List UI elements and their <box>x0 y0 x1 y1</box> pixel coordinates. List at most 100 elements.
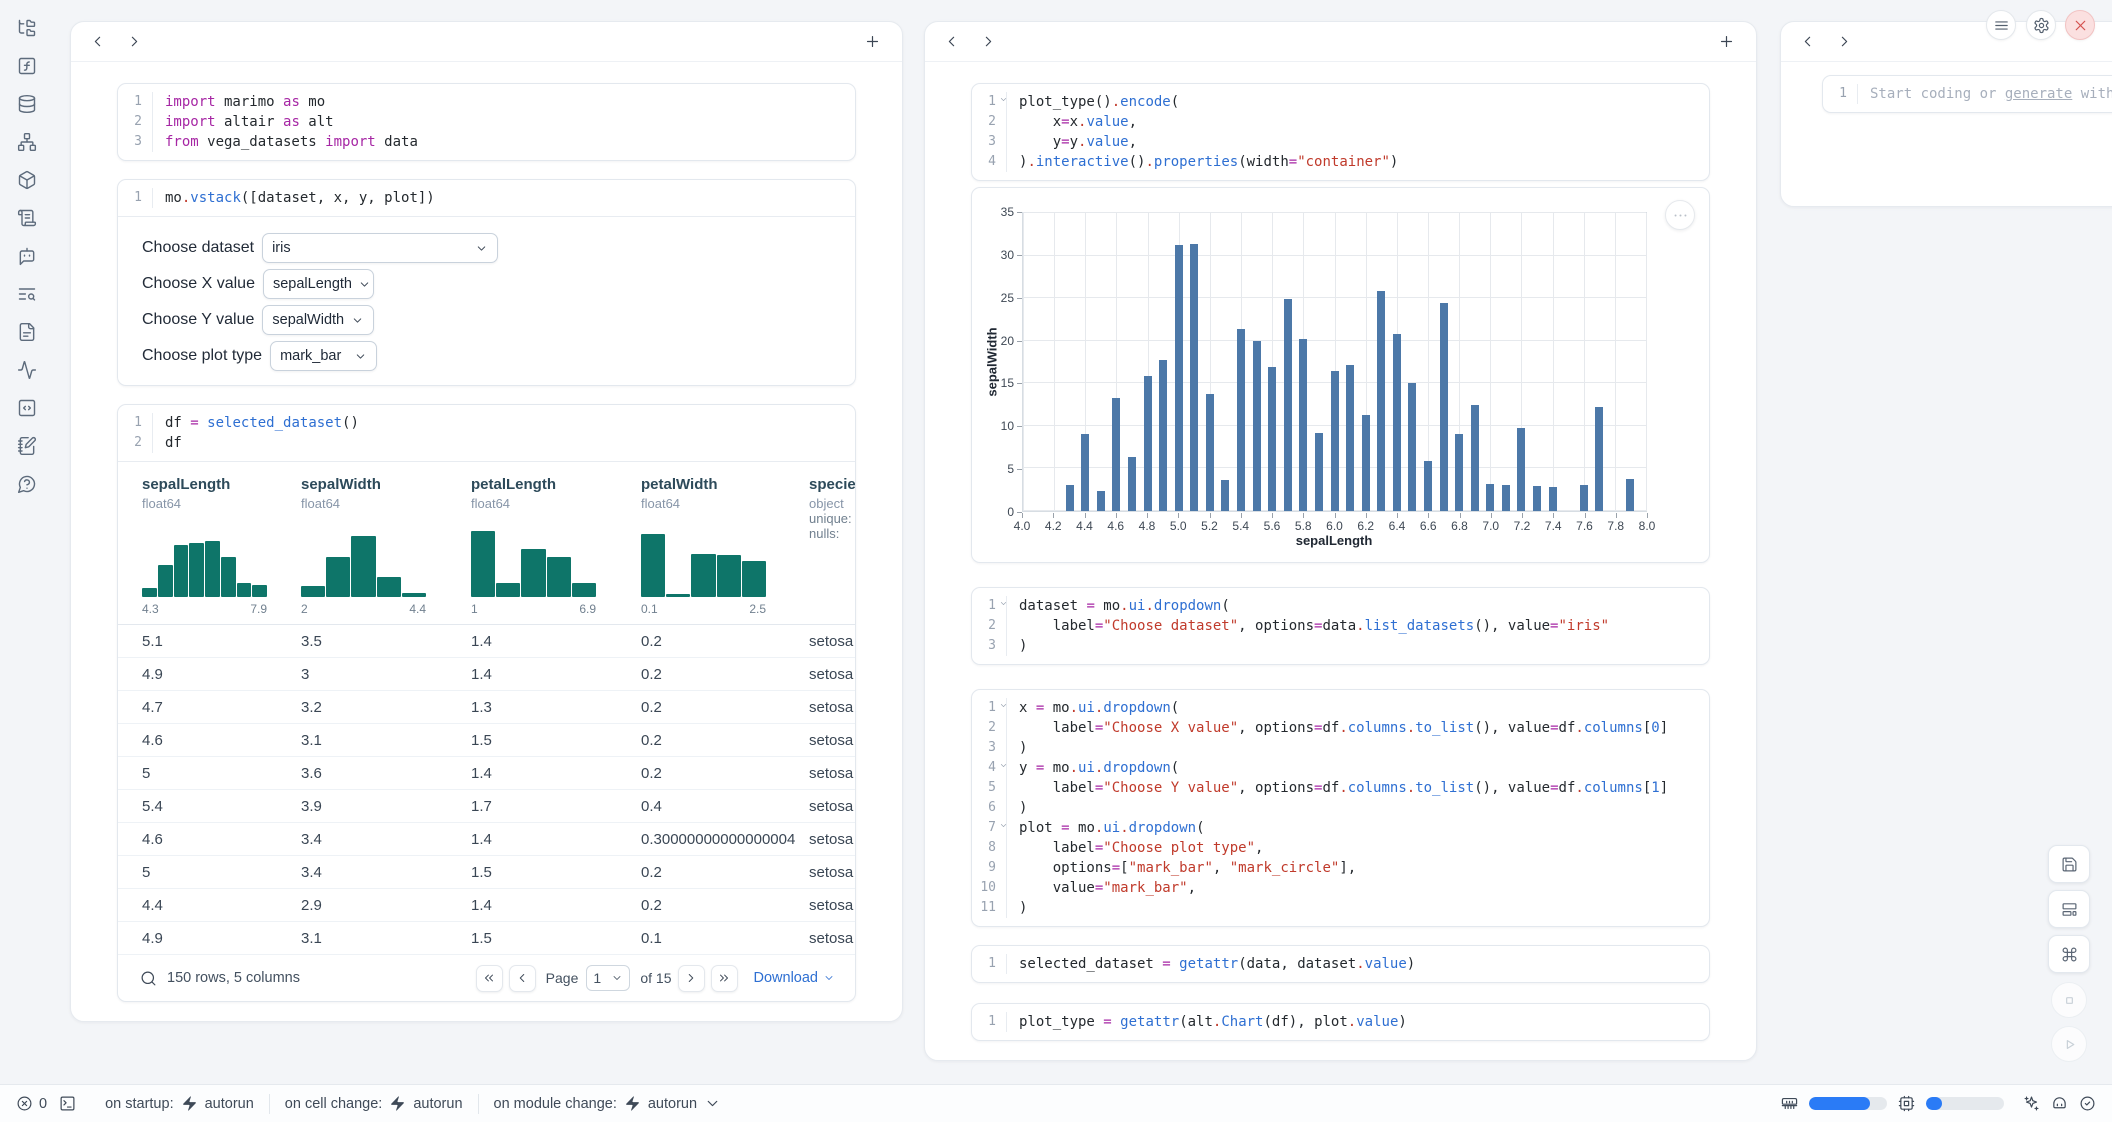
code-editor[interactable]: 1plot_type().encode(2 x=x.value,3 y=y.va… <box>972 84 1709 180</box>
column-prev-button[interactable] <box>83 28 111 56</box>
column-header[interactable]: speciesobjectunique:nulls: <box>809 476 856 616</box>
shutdown-button[interactable] <box>2065 10 2095 40</box>
next-page-button[interactable] <box>678 965 705 992</box>
terminal-button[interactable] <box>59 1095 76 1112</box>
sidebar-item-scratchpad[interactable] <box>10 429 44 463</box>
sidebar-item-packages[interactable] <box>10 163 44 197</box>
x-tick-label: 6.8 <box>1451 519 1468 533</box>
sidebar-item-help[interactable] <box>10 467 44 501</box>
control-row: Choose X valuesepalLength <box>142 267 855 301</box>
sidebar-item-functions[interactable] <box>10 49 44 83</box>
table-row[interactable]: 53.41.50.2setosa <box>118 856 856 889</box>
fold-chevron-icon[interactable] <box>999 95 1008 104</box>
column-prev-button[interactable] <box>1793 28 1821 56</box>
help-chat-icon <box>17 474 37 494</box>
sidebar-item-documentation[interactable] <box>10 315 44 349</box>
table-row[interactable]: 4.63.41.40.30000000000000004setosa <box>118 823 856 856</box>
fold-chevron-icon[interactable] <box>999 701 1008 710</box>
histogram-bar <box>326 557 350 597</box>
code-editor[interactable]: 1selected_dataset = getattr(data, datase… <box>972 946 1709 982</box>
select-value: mark_bar <box>280 348 341 364</box>
sidebar-item-tracebacks[interactable] <box>10 277 44 311</box>
code-editor[interactable]: 1x = mo.ui.dropdown(2 label="Choose X va… <box>972 690 1709 926</box>
code-editor[interactable]: 1plot_type = getattr(alt.Chart(df), plot… <box>972 1004 1709 1040</box>
notebook-menu-button[interactable] <box>1986 10 2016 40</box>
prev-page-button[interactable] <box>509 965 536 992</box>
chart-output[interactable]: sepalWidthsepalLength051015202530354.04.… <box>971 187 1710 563</box>
on-cell-change-chip[interactable]: on cell change: autorun <box>270 1092 478 1116</box>
command-palette-button[interactable] <box>2048 935 2090 973</box>
settings-button[interactable] <box>2026 10 2056 40</box>
column-header[interactable]: sepalWidthfloat6424.4 <box>301 476 471 616</box>
column-prev-button[interactable] <box>937 28 965 56</box>
last-page-button[interactable] <box>711 965 738 992</box>
code-editor[interactable]: 1import marimo as mo2import altair as al… <box>118 84 855 160</box>
table-row[interactable]: 5.43.91.70.4setosa <box>118 790 856 823</box>
fold-chevron-icon[interactable] <box>999 761 1008 770</box>
table-cell: setosa <box>809 897 856 914</box>
table-row[interactable]: 4.93.11.50.1setosa <box>118 922 856 955</box>
stop-button[interactable] <box>2051 982 2087 1018</box>
ai-button[interactable] <box>2023 1095 2040 1112</box>
fold-chevron-icon[interactable] <box>999 821 1008 830</box>
table-row[interactable]: 53.61.40.2setosa <box>118 757 856 790</box>
layout-button[interactable] <box>2048 890 2090 928</box>
y-tick-label: 15 <box>972 376 1014 390</box>
sidebar-item-dependencies[interactable] <box>10 125 44 159</box>
sidebar-item-logs[interactable] <box>10 201 44 235</box>
column-next-button[interactable] <box>974 28 1002 56</box>
column-header[interactable]: petalLengthfloat6416.9 <box>471 476 641 616</box>
dataset-select[interactable]: iris <box>262 233 498 263</box>
sidebar-item-datasources[interactable] <box>10 87 44 121</box>
fold-chevron-icon[interactable] <box>999 599 1008 608</box>
column-next-button[interactable] <box>120 28 148 56</box>
table-row[interactable]: 4.931.40.2setosa <box>118 658 856 691</box>
sidebar-item-variables[interactable] <box>10 353 44 387</box>
table-row[interactable]: 4.73.21.30.2setosa <box>118 691 856 724</box>
chart-bar <box>1284 299 1292 511</box>
table-cell: 5 <box>142 864 301 881</box>
gridline <box>1553 213 1554 511</box>
save-button[interactable] <box>2048 845 2090 883</box>
sidebar-item-ai-chat[interactable] <box>10 239 44 273</box>
y-value-select[interactable]: sepalWidth <box>262 305 374 335</box>
copilot-button[interactable] <box>2051 1095 2068 1112</box>
plot-type-select[interactable]: mark_bar <box>270 341 377 371</box>
chart-plot-area[interactable] <box>1022 212 1647 512</box>
line-number: 6 <box>972 798 1006 818</box>
sidebar-item-snippets[interactable] <box>10 391 44 425</box>
on-module-change-chip[interactable]: on module change: autorun <box>479 1092 737 1116</box>
column-histogram[interactable] <box>471 521 596 597</box>
copilot-icon <box>2051 1095 2068 1112</box>
code-editor[interactable]: 1mo.vstack([dataset, x, y, plot]) <box>118 180 855 216</box>
run-button[interactable] <box>2051 1026 2087 1062</box>
table-row[interactable]: 4.42.91.40.2setosa <box>118 889 856 922</box>
connection-status-button[interactable] <box>2079 1095 2096 1112</box>
column-histogram[interactable] <box>301 521 426 597</box>
first-page-button[interactable] <box>476 965 503 992</box>
errors-button[interactable]: 0 <box>16 1095 47 1112</box>
column-header[interactable]: petalWidthfloat640.12.5 <box>641 476 809 616</box>
table-row[interactable]: 5.13.51.40.2setosa <box>118 625 856 658</box>
on-startup-chip[interactable]: on startup: autorun <box>90 1092 269 1116</box>
column-histogram[interactable] <box>641 521 766 597</box>
column-histogram[interactable] <box>142 521 267 597</box>
column-next-button[interactable] <box>1830 28 1858 56</box>
download-button[interactable]: Download <box>754 970 836 986</box>
x-value-select[interactable]: sepalLength <box>263 269 374 299</box>
table-row[interactable]: 4.63.11.50.2setosa <box>118 724 856 757</box>
add-cell-button[interactable] <box>858 28 886 56</box>
table-search-button[interactable] <box>140 970 157 987</box>
sidebar-item-file-explorer[interactable] <box>10 11 44 45</box>
column-header[interactable]: sepalLengthfloat644.37.9 <box>142 476 301 616</box>
code-editor[interactable]: 1Start coding or generate with AI <box>1823 76 2112 112</box>
line-number: 9 <box>972 858 1006 878</box>
chart-menu-button[interactable] <box>1665 200 1695 230</box>
add-cell-button[interactable] <box>1712 28 1740 56</box>
line-number: 10 <box>972 878 1006 898</box>
line-number: 2 <box>118 433 152 453</box>
chart-bar <box>1331 371 1339 511</box>
page-select[interactable]: 1 <box>586 965 630 991</box>
code-editor[interactable]: 1dataset = mo.ui.dropdown(2 label="Choos… <box>972 588 1709 664</box>
code-editor[interactable]: 1df = selected_dataset()2df <box>118 405 855 461</box>
